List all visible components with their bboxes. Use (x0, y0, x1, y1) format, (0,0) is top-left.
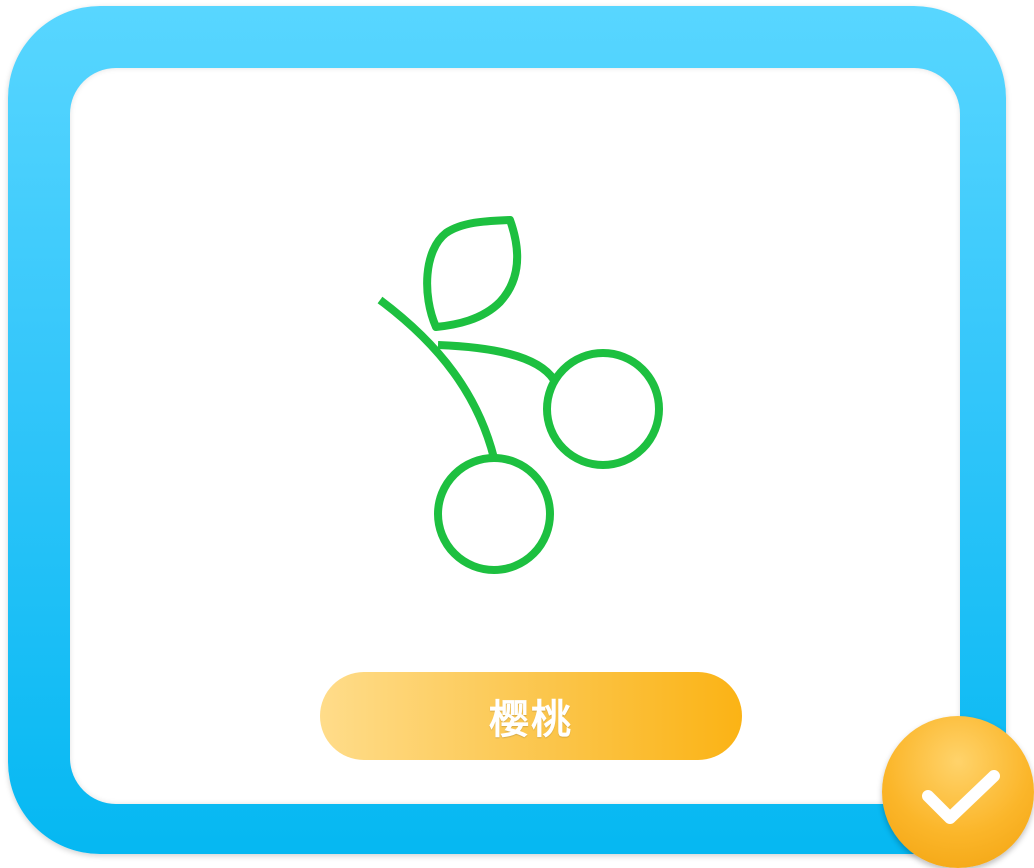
selected-badge (882, 716, 1034, 868)
option-label-text: 樱桃 (489, 697, 573, 743)
cherry-icon (377, 216, 663, 574)
option-label: 樱桃 (320, 672, 742, 760)
checkmark-icon (922, 770, 1000, 824)
